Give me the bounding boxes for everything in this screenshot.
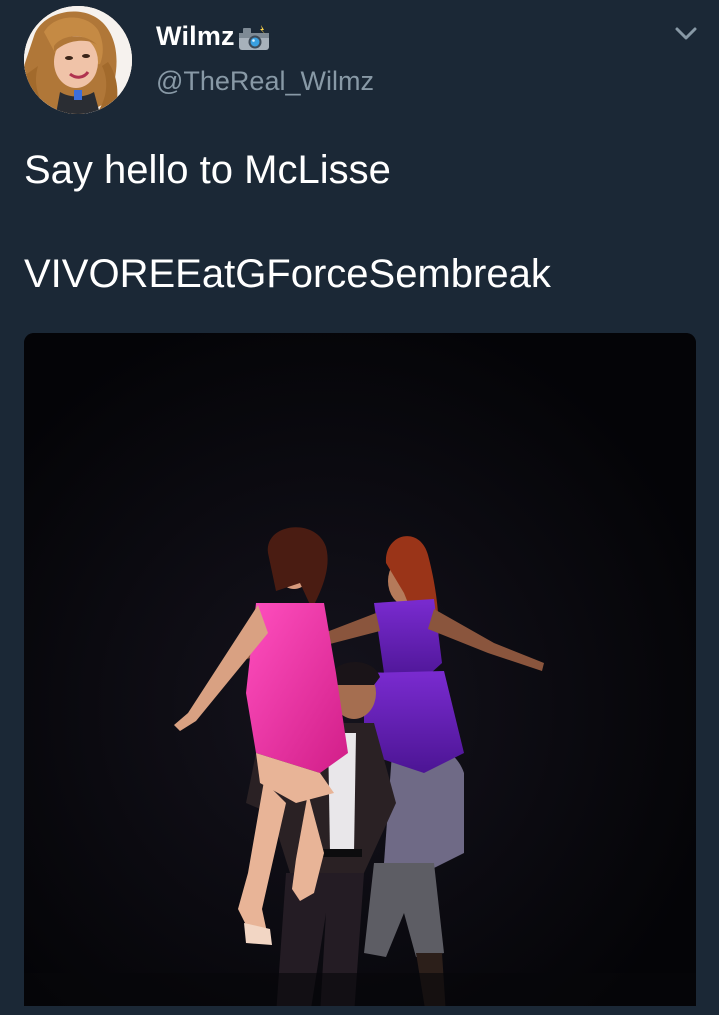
chevron-down-icon[interactable] [672,24,700,44]
tweet-text-line: Say hello to McLisse [24,148,391,192]
stage-photo [24,333,696,1015]
tweet-header: Wilmz @TheReal_Wilmz [0,0,719,130]
tweet-photo[interactable] [24,333,696,1015]
tweet-text-line: VIVOREEatGForceSembreak [24,252,551,296]
author-handle[interactable]: @TheReal_Wilmz [156,66,374,97]
camera-with-flash-icon [238,25,269,50]
author-name-row[interactable]: Wilmz [156,18,271,54]
tweet-text: Say hello to McLisse VIVOREEatGForceSemb… [24,144,704,300]
display-name[interactable]: Wilmz [156,21,235,52]
bottom-divider [0,1006,719,1015]
avatar-photo [24,6,132,114]
avatar[interactable] [24,6,132,114]
